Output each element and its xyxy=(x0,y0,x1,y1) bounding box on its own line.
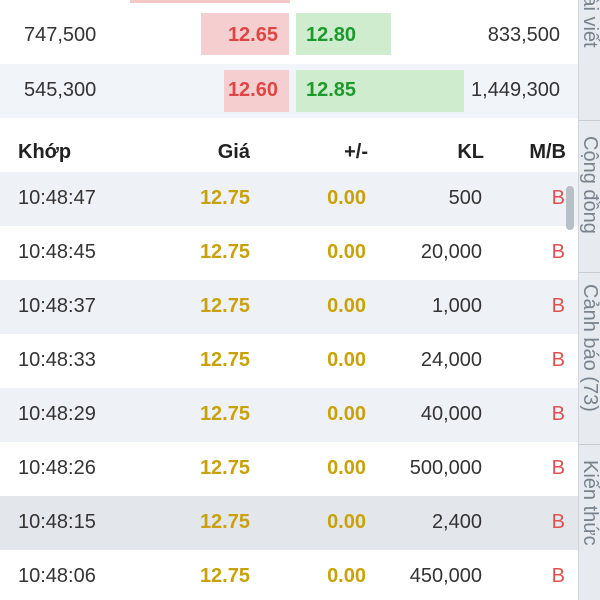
side-tab-label: Kiến thức xyxy=(579,460,600,546)
side-tab-divider xyxy=(579,272,600,273)
side-tab-kien-thuc[interactable]: Kiến thức xyxy=(579,456,600,600)
trade-volume: 24,000 xyxy=(420,349,482,371)
trade-time: 10:48:15 xyxy=(18,511,96,533)
trade-time: 10:48:45 xyxy=(18,241,96,263)
trade-side: B xyxy=(551,187,565,209)
trade-change: 0.00 xyxy=(327,457,366,479)
trades-scrollbar-thumb[interactable] xyxy=(566,186,574,230)
trade-row: 10:48:45 12.75 0.00 20,000 B xyxy=(0,226,578,280)
trade-time: 10:48:33 xyxy=(18,349,96,371)
trade-price: 12.75 xyxy=(199,565,250,587)
trade-volume: 40,000 xyxy=(420,403,482,425)
order-book-row: 747,500 12.65 12.80 833,500 xyxy=(0,0,578,55)
side-tab-divider xyxy=(579,444,600,445)
ask-volume: 833,500 xyxy=(487,24,560,46)
trade-time: 10:48:29 xyxy=(18,403,96,425)
order-book-row: 545,300 12.60 12.85 1,449,300 xyxy=(0,64,578,118)
trade-row: 10:48:33 12.75 0.00 24,000 B xyxy=(0,334,578,388)
column-header-side: M/B xyxy=(529,141,566,163)
side-tab-canh-bao[interactable]: Cảnh báo (73) xyxy=(579,280,600,434)
side-tab-label: Cộng đồng xyxy=(579,136,600,234)
trade-change: 0.00 xyxy=(327,565,366,587)
side-tab-bai-viet[interactable]: Bài viết xyxy=(579,0,600,88)
trade-row: 10:48:37 12.75 0.00 1,000 B xyxy=(0,280,578,334)
trade-change: 0.00 xyxy=(327,241,366,263)
trade-volume: 1,000 xyxy=(431,295,482,317)
trade-side: B xyxy=(551,457,565,479)
bid-price[interactable]: 12.65 xyxy=(228,24,278,47)
trade-price: 12.75 xyxy=(199,511,250,533)
trade-price: 12.75 xyxy=(199,403,250,425)
trade-side: B xyxy=(551,295,565,317)
trade-side: B xyxy=(551,565,565,587)
stock-detail-panel: 747,500 12.65 12.80 833,500 545,300 12.6… xyxy=(0,0,600,600)
trade-volume: 450,000 xyxy=(409,565,482,587)
trade-volume: 500 xyxy=(448,187,482,209)
ask-price[interactable]: 12.80 xyxy=(306,24,356,47)
trade-price: 12.75 xyxy=(199,187,250,209)
trade-volume: 2,400 xyxy=(431,511,482,533)
trade-side: B xyxy=(551,403,565,425)
bid-volume: 545,300 xyxy=(24,79,97,101)
trade-volume: 20,000 xyxy=(420,241,482,263)
trade-time: 10:48:37 xyxy=(18,295,96,317)
bid-price[interactable]: 12.60 xyxy=(228,79,278,102)
trade-change: 0.00 xyxy=(327,295,366,317)
side-tab-divider xyxy=(579,120,600,121)
side-tab-cong-dong[interactable]: Cộng đồng xyxy=(579,132,600,260)
trade-change: 0.00 xyxy=(327,511,366,533)
trade-row: 10:48:47 12.75 0.00 500 B xyxy=(0,172,578,226)
trade-time: 10:48:26 xyxy=(18,457,96,479)
side-tab-label: Bài viết xyxy=(579,0,600,48)
trade-time: 10:48:06 xyxy=(18,565,96,587)
ask-price[interactable]: 12.85 xyxy=(306,79,356,102)
trade-volume: 500,000 xyxy=(409,457,482,479)
column-header-price: Giá xyxy=(217,141,250,163)
column-header-time: Khớp xyxy=(18,141,72,163)
trade-price: 12.75 xyxy=(199,295,250,317)
trade-price: 12.75 xyxy=(199,241,250,263)
trade-change: 0.00 xyxy=(327,349,366,371)
side-tab-label: Cảnh báo (73) xyxy=(579,284,600,412)
side-tab-strip: Bài viết Cộng đồng Cảnh báo (73) Kiến th… xyxy=(578,0,600,600)
trade-row: 10:48:15 12.75 0.00 2,400 B xyxy=(0,496,578,550)
trade-time: 10:48:47 xyxy=(18,187,96,209)
trade-side: B xyxy=(551,511,565,533)
bid-volume: 747,500 xyxy=(24,24,97,46)
trade-price: 12.75 xyxy=(199,457,250,479)
trade-row: 10:48:29 12.75 0.00 40,000 B xyxy=(0,388,578,442)
trade-change: 0.00 xyxy=(327,403,366,425)
trade-row: 10:48:06 12.75 0.00 450,000 B xyxy=(0,550,578,600)
trade-side: B xyxy=(551,349,565,371)
trade-side: B xyxy=(551,241,565,263)
trade-change: 0.00 xyxy=(327,187,366,209)
column-header-change: +/- xyxy=(344,141,368,163)
trade-row: 10:48:26 12.75 0.00 500,000 B xyxy=(0,442,578,496)
trade-price: 12.75 xyxy=(199,349,250,371)
ask-volume: 1,449,300 xyxy=(471,79,560,101)
column-header-volume: KL xyxy=(457,141,484,163)
